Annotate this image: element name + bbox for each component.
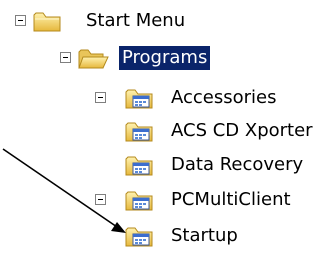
collapse-toggle-programs[interactable] xyxy=(60,52,71,63)
open-folder-icon xyxy=(77,46,109,70)
tree-item-label: PCMultiClient xyxy=(171,189,291,210)
tree-item-label: Accessories xyxy=(171,87,277,108)
tree-item-label: Startup xyxy=(171,225,238,246)
tree-item-label: Start Menu xyxy=(86,10,186,31)
expand-toggle-pcmulticlient[interactable] xyxy=(95,194,106,205)
folder-tree: Start Menu Programs Accessories ACS CD X… xyxy=(0,0,335,258)
program-group-icon xyxy=(124,188,156,212)
tree-item-label-selected: Programs xyxy=(119,46,211,70)
expand-toggle-accessories[interactable] xyxy=(95,92,106,103)
collapse-toggle-start-menu[interactable] xyxy=(15,15,26,26)
folder-icon xyxy=(32,9,64,33)
tree-item-label: Data Recovery xyxy=(171,154,304,175)
program-group-icon xyxy=(124,224,156,248)
program-group-icon xyxy=(124,153,156,177)
program-group-icon xyxy=(124,86,156,110)
program-group-icon xyxy=(124,119,156,143)
tree-item-label: ACS CD Xporter xyxy=(171,120,313,141)
